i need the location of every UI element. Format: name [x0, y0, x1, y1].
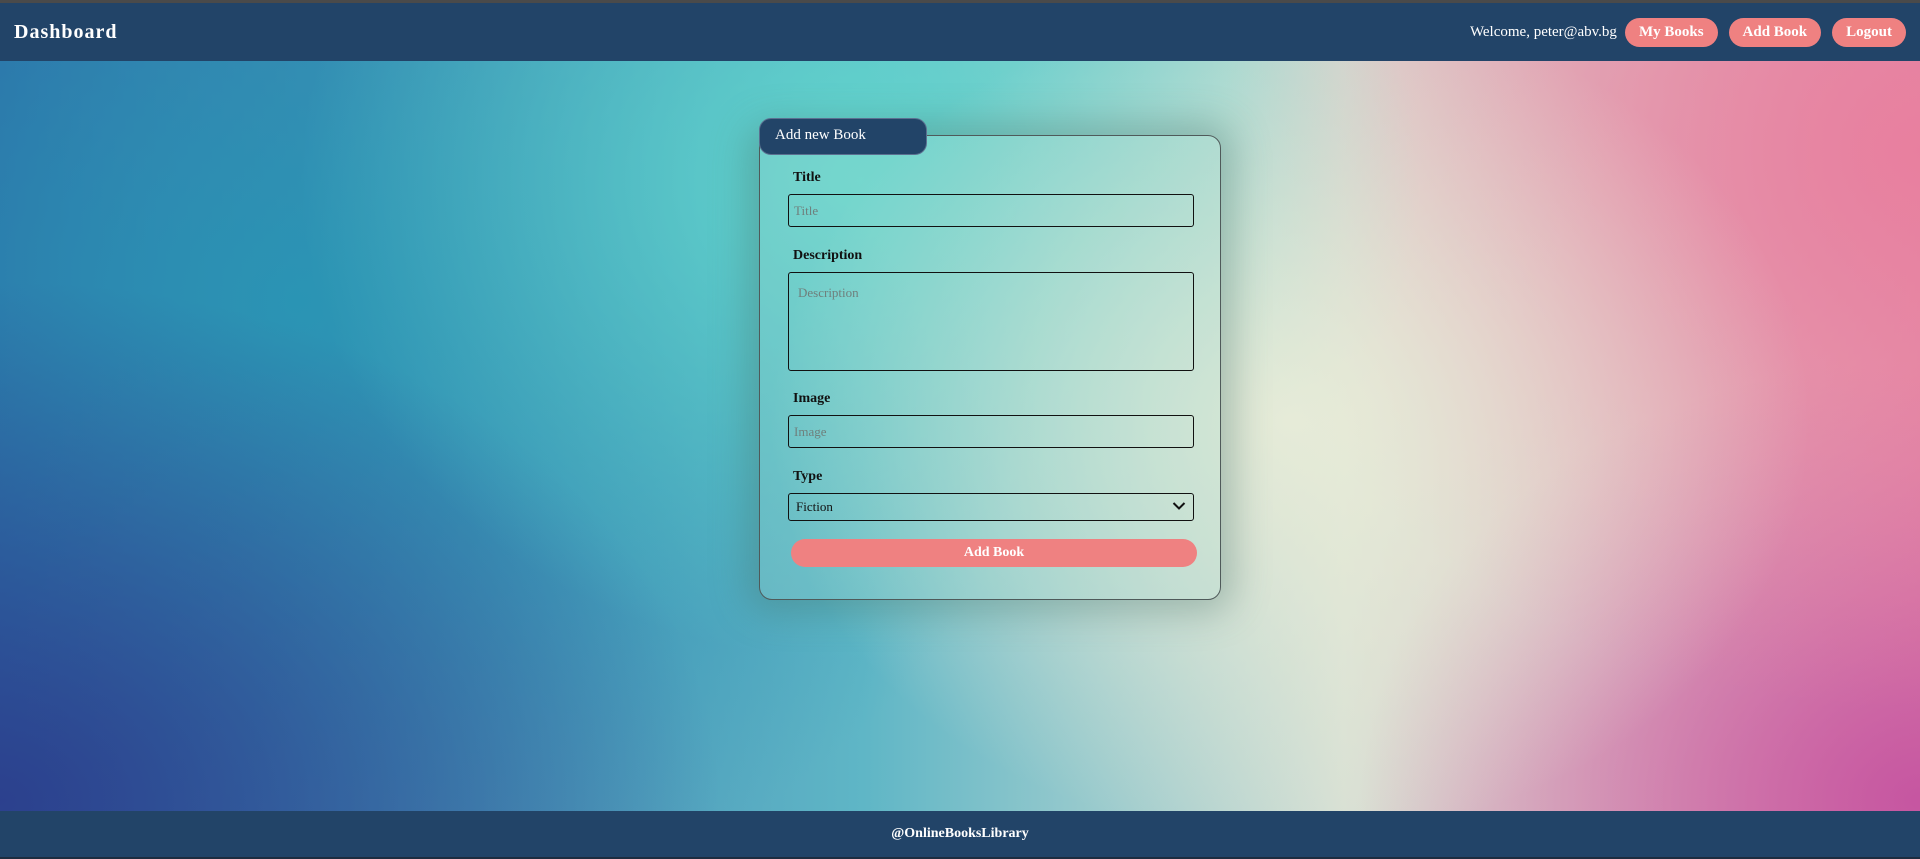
- main-content: Add new Book Title Description Image Typ…: [0, 61, 1920, 811]
- type-label: Type: [793, 469, 823, 484]
- user-nav: Welcome, peter@abv.bg My Books Add Book …: [1469, 17, 1906, 47]
- my-books-button[interactable]: My Books: [1624, 17, 1718, 47]
- description-label: Description: [793, 248, 863, 263]
- title-input[interactable]: [788, 194, 1194, 227]
- image-label: Image: [793, 391, 831, 406]
- footer: @OnlineBooksLibrary: [0, 811, 1920, 859]
- form-title: Add new Book: [759, 118, 927, 155]
- type-select[interactable]: Fiction: [788, 493, 1194, 521]
- type-selected-value: Fiction: [796, 499, 833, 514]
- description-textarea[interactable]: [788, 272, 1194, 371]
- logout-button[interactable]: Logout: [1832, 17, 1906, 47]
- add-book-form: Add new Book Title Description Image Typ…: [759, 118, 1221, 600]
- add-book-nav-button[interactable]: Add Book: [1728, 17, 1822, 47]
- welcome-message: Welcome, peter@abv.bg: [1469, 23, 1617, 40]
- title-label: Title: [793, 170, 821, 185]
- image-input[interactable]: [788, 415, 1194, 448]
- chevron-down-icon: [1172, 499, 1186, 515]
- brand-link[interactable]: Dashboard: [14, 21, 117, 44]
- navbar: Dashboard Welcome, peter@abv.bg My Books…: [0, 3, 1920, 61]
- add-book-submit-button[interactable]: Add Book: [791, 539, 1197, 567]
- footer-text: @OnlineBooksLibrary: [891, 826, 1029, 841]
